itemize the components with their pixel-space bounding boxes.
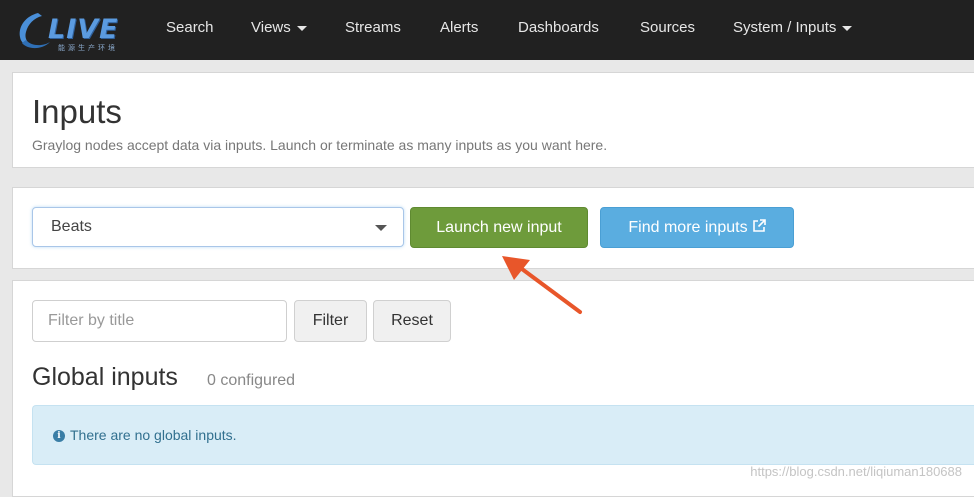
annotation-arrow-head: [502, 256, 530, 280]
no-global-inputs-alert: i There are no global inputs.: [32, 405, 974, 465]
caret-down-icon: [296, 25, 307, 31]
top-navbar: LIVE 能源生产环境 Search Views Streams Alerts …: [0, 0, 974, 60]
page-description: Graylog nodes accept data via inputs. La…: [32, 137, 608, 153]
launch-new-input-label: Launch new input: [436, 219, 562, 236]
nav-search-label: Search: [166, 19, 214, 36]
nav-views-label: Views: [251, 19, 291, 36]
watermark-text: https://blog.csdn.net/liqiuman180688: [750, 464, 962, 479]
info-circle-icon: i: [53, 430, 65, 442]
nav-system-inputs[interactable]: System / Inputs: [733, 0, 853, 56]
nav-views[interactable]: Views: [251, 0, 307, 56]
nav-system-inputs-label: System / Inputs: [733, 19, 837, 36]
annotation-arrow-icon: [502, 256, 582, 314]
filter-by-title-input[interactable]: Filter by title: [32, 300, 287, 342]
nav-sources[interactable]: Sources: [640, 0, 695, 56]
caret-down-icon: [842, 25, 853, 31]
nav-streams[interactable]: Streams: [345, 0, 401, 56]
nav-dashboards-label: Dashboards: [518, 19, 599, 36]
filter-placeholder: Filter by title: [48, 312, 135, 329]
launch-new-input-button[interactable]: Launch new input: [410, 207, 588, 248]
external-link-icon: [752, 219, 766, 232]
input-type-select[interactable]: Beats: [32, 207, 404, 247]
annotation-arrow-shaft: [520, 267, 582, 314]
input-type-selected-value: Beats: [51, 218, 92, 235]
filter-button[interactable]: Filter: [294, 300, 367, 342]
page-header-panel: Inputs Graylog nodes accept data via inp…: [12, 72, 974, 168]
nav-alerts[interactable]: Alerts: [440, 0, 478, 56]
page-title: Inputs: [32, 93, 122, 130]
chevron-down-icon: [375, 225, 387, 231]
no-global-inputs-message: There are no global inputs.: [70, 427, 237, 443]
global-inputs-count: 0 configured: [207, 372, 296, 389]
logo-subtitle: 能源生产环境: [58, 44, 118, 52]
nav-sources-label: Sources: [640, 19, 696, 36]
logo-text: LIVE: [48, 14, 119, 45]
reset-button-label: Reset: [391, 312, 433, 329]
find-more-inputs-label: Find more inputs: [628, 219, 748, 236]
launch-input-panel: Beats Launch new input Find more inputs: [12, 187, 974, 269]
brand-logo[interactable]: LIVE 能源生产环境: [14, 10, 132, 52]
nav-dashboards[interactable]: Dashboards: [518, 0, 599, 56]
filter-button-label: Filter: [312, 312, 349, 329]
global-inputs-heading: Global inputs: [32, 363, 178, 391]
find-more-inputs-button[interactable]: Find more inputs: [600, 207, 794, 248]
nav-streams-label: Streams: [345, 19, 401, 36]
nav-alerts-label: Alerts: [440, 19, 479, 36]
nav-search[interactable]: Search: [166, 0, 214, 56]
reset-button[interactable]: Reset: [373, 300, 451, 342]
